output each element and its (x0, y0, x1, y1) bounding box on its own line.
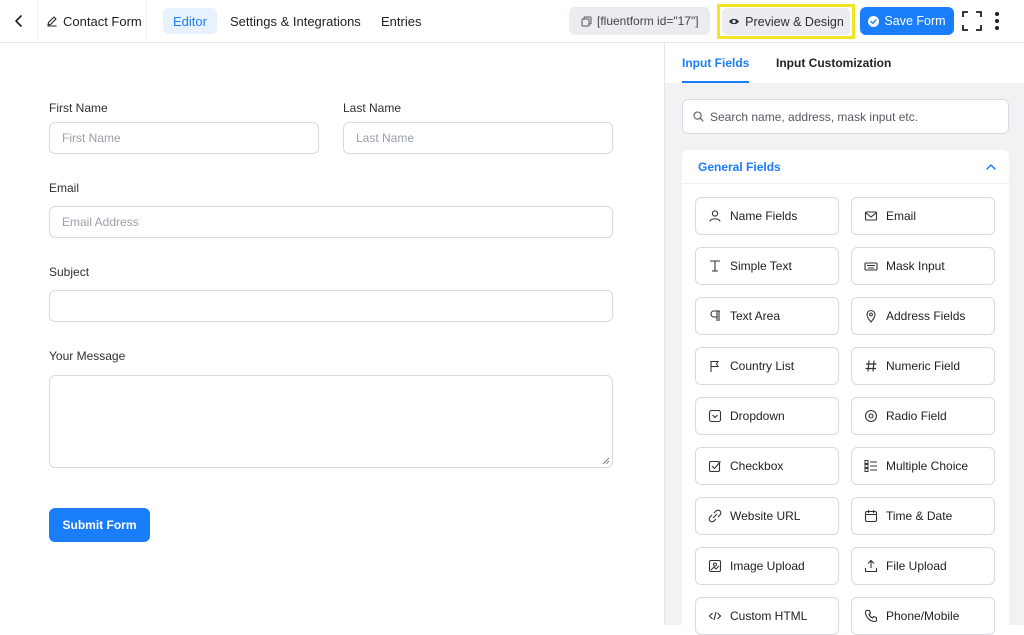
general-fields-title: General Fields (698, 159, 781, 174)
field-mask-input[interactable]: Mask Input (851, 247, 995, 285)
email-label: Email (49, 181, 80, 195)
field-search-input[interactable]: Search name, address, mask input etc. (682, 99, 1009, 134)
more-options-icon[interactable] (990, 10, 1004, 32)
last-name-input[interactable]: Last Name (343, 122, 613, 154)
eye-icon (729, 18, 740, 25)
field-label: Website URL (730, 509, 801, 523)
field-label: Time & Date (886, 509, 953, 523)
copy-icon (581, 16, 592, 26)
shortcode-copy-button[interactable]: [fluentform id="17"] (569, 7, 710, 35)
hash-icon (865, 360, 877, 372)
field-label: File Upload (886, 559, 947, 573)
keyboard-icon (864, 262, 878, 271)
field-label: Phone/Mobile (886, 609, 960, 623)
resize-grip-icon[interactable] (602, 457, 610, 465)
field-label: Custom HTML (730, 609, 808, 623)
checkbox-icon (708, 460, 721, 473)
user-icon (709, 210, 721, 222)
form-title-text: Contact Form (63, 13, 142, 29)
field-multiple-choice[interactable]: Multiple Choice (851, 447, 995, 485)
upload-icon (864, 559, 878, 573)
pencil-icon (47, 16, 57, 27)
save-form-button[interactable]: Save Form (860, 7, 954, 35)
tab-editor[interactable]: Editor (163, 8, 217, 34)
text-cursor-icon (710, 260, 720, 272)
fullscreen-icon[interactable] (962, 11, 982, 31)
field-simple-text[interactable]: Simple Text (695, 247, 839, 285)
field-label: Name Fields (730, 209, 798, 223)
field-label: Country List (730, 359, 795, 373)
form-title[interactable]: Contact Form (38, 0, 147, 42)
tab-input-fields[interactable]: Input Fields (682, 43, 750, 83)
field-address-fields[interactable]: Address Fields (851, 297, 995, 335)
field-image-upload[interactable]: Image Upload (695, 547, 839, 585)
search-icon (693, 111, 704, 122)
field-label: Mask Input (886, 259, 945, 273)
last-name-label: Last Name (343, 101, 402, 115)
field-email[interactable]: Email (851, 197, 995, 235)
flag-icon (710, 360, 719, 372)
field-label: Radio Field (886, 409, 947, 423)
field-phone-mobile[interactable]: Phone/Mobile (851, 597, 995, 635)
shortcode-text: [fluentform id="17"] (597, 14, 699, 28)
general-fields-header[interactable]: General Fields (682, 150, 1009, 184)
radio-icon (864, 409, 878, 423)
link-icon (708, 509, 722, 523)
save-form-label: Save Form (884, 14, 946, 28)
first-name-input[interactable]: First Name (49, 122, 319, 154)
tab-entries[interactable]: Entries (371, 8, 431, 34)
field-label: Simple Text (730, 259, 792, 273)
field-label: Dropdown (730, 409, 785, 423)
list-icon (864, 460, 877, 472)
preview-highlight: Preview & Design (717, 4, 855, 39)
form-canvas: First Name First Name Last Name Last Nam… (0, 43, 664, 625)
field-radio-field[interactable]: Radio Field (851, 397, 995, 435)
top-bar: Contact Form Editor Settings & Integrati… (0, 0, 1024, 43)
field-checkbox[interactable]: Checkbox (695, 447, 839, 485)
field-file-upload[interactable]: File Upload (851, 547, 995, 585)
envelope-icon (864, 211, 878, 221)
field-label: Email (886, 209, 917, 223)
chevron-left-icon (14, 15, 22, 27)
field-website-url[interactable]: Website URL (695, 497, 839, 535)
subject-label: Subject (49, 265, 90, 279)
back-button[interactable] (0, 0, 38, 42)
field-country-list[interactable]: Country List (695, 347, 839, 385)
chevron-up-icon (986, 164, 996, 170)
tab-input-customization[interactable]: Input Customization (776, 43, 891, 83)
code-icon (708, 611, 722, 621)
dropdown-icon (708, 409, 722, 423)
field-dropdown[interactable]: Dropdown (695, 397, 839, 435)
preview-design-label: Preview & Design (745, 14, 844, 29)
message-label: Your Message (49, 349, 126, 363)
sidebar: Input Fields Input Customization Search … (664, 43, 1024, 635)
phone-icon (864, 609, 878, 623)
calendar-icon (864, 510, 878, 523)
paragraph-icon (710, 310, 720, 321)
subject-input[interactable] (49, 290, 613, 322)
field-name-fields[interactable]: Name Fields (695, 197, 839, 235)
email-input[interactable]: Email Address (49, 206, 613, 238)
check-circle-icon (868, 15, 880, 27)
submit-form-button[interactable]: Submit Form (49, 508, 150, 542)
field-label: Image Upload (730, 559, 805, 573)
first-name-label: First Name (49, 101, 108, 115)
field-text-area[interactable]: Text Area (695, 297, 839, 335)
field-label: Text Area (730, 309, 781, 323)
map-pin-icon (866, 309, 876, 323)
message-textarea[interactable] (49, 375, 613, 468)
tab-settings-integrations[interactable]: Settings & Integrations (220, 8, 371, 34)
search-placeholder: Search name, address, mask input etc. (710, 109, 919, 124)
image-icon (708, 559, 722, 573)
field-custom-html[interactable]: Custom HTML (695, 597, 839, 635)
field-numeric-field[interactable]: Numeric Field (851, 347, 995, 385)
field-time-date[interactable]: Time & Date (851, 497, 995, 535)
field-label: Numeric Field (886, 359, 961, 373)
field-label: Address Fields (886, 309, 966, 323)
field-label: Checkbox (730, 459, 784, 473)
sidebar-tabs: Input Fields Input Customization (665, 43, 1024, 83)
general-fields-group: General Fields Name Fields Email Simple … (682, 150, 1009, 635)
preview-design-button[interactable]: Preview & Design (722, 8, 850, 35)
field-label: Multiple Choice (886, 459, 969, 473)
